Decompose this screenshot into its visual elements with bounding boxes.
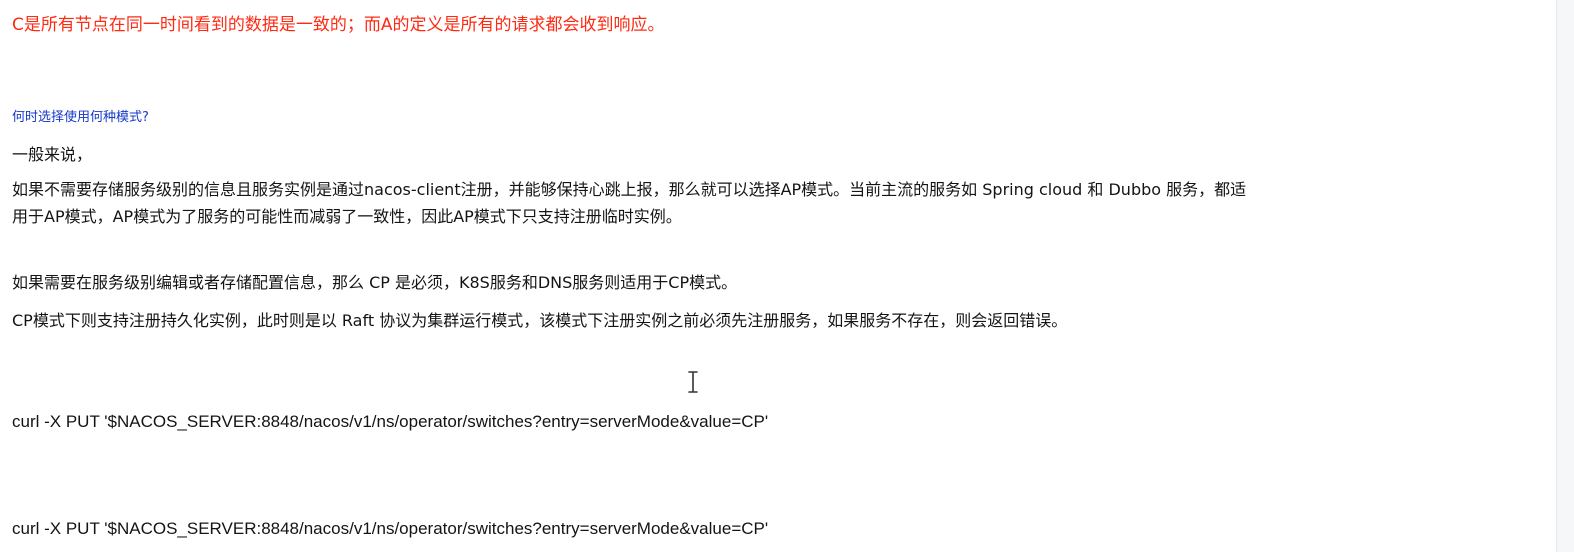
mode-selection-heading: 何时选择使用何种模式? — [12, 110, 149, 125]
curl-command-2: curl -X PUT '$NACOS_SERVER:8848/nacos/v1… — [12, 519, 769, 538]
cap-definition-line: C是所有节点在同一时间看到的数据是一致的；而A的定义是所有的请求都会收到响应。 — [12, 15, 665, 35]
ap-mode-paragraph-line-2: 用于AP模式，AP模式为了服务的可能性而减弱了一致性，因此AP模式下只支持注册临… — [12, 207, 682, 226]
right-scroll-edge[interactable] — [1556, 0, 1574, 552]
text-cursor-icon — [688, 371, 698, 393]
ap-mode-paragraph-line-1: 如果不需要存储服务级别的信息且服务实例是通过nacos-client注册，并能够… — [12, 180, 1247, 199]
cp-mode-paragraph-line-1: 如果需要在服务级别编辑或者存储配置信息，那么 CP 是必须，K8S服务和DNS服… — [12, 273, 738, 292]
cp-mode-paragraph-line-2: CP模式下则支持注册持久化实例，此时则是以 Raft 协议为集群运行模式，该模式… — [12, 311, 1068, 330]
document-page: C是所有节点在同一时间看到的数据是一致的；而A的定义是所有的请求都会收到响应。 … — [0, 0, 1556, 552]
general-intro-line: 一般来说， — [12, 145, 93, 164]
curl-command-1: curl -X PUT '$NACOS_SERVER:8848/nacos/v1… — [12, 412, 769, 431]
